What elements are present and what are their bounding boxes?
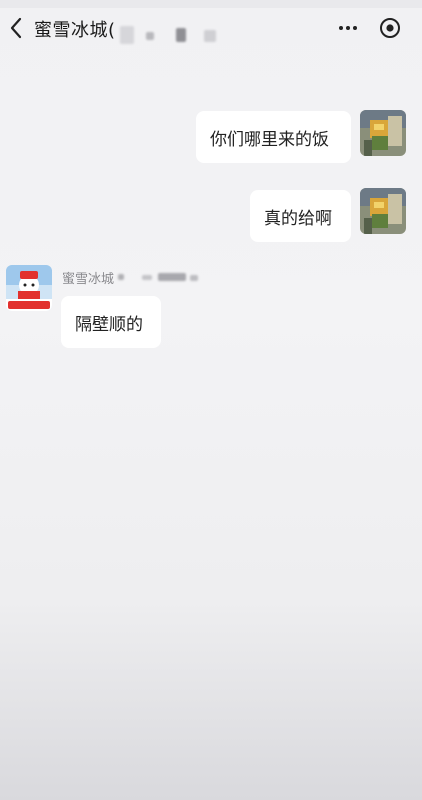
- message-bubble[interactable]: 隔壁顺的: [61, 296, 161, 348]
- snowman-logo-icon: [6, 265, 52, 311]
- user-avatar-image: [360, 188, 406, 234]
- user-avatar[interactable]: [360, 188, 406, 234]
- message-text: 隔壁顺的: [75, 314, 143, 335]
- more-dots-icon: [339, 26, 343, 30]
- user-avatar[interactable]: [360, 110, 406, 156]
- user-avatar-image: [360, 110, 406, 156]
- sender-name: 蜜雪冰城: [62, 272, 115, 287]
- redacted-sender-suffix: [158, 273, 186, 281]
- redacted-title-suffix: [146, 32, 154, 40]
- chat-title: 蜜雪冰城(: [34, 20, 116, 41]
- message-bubble[interactable]: 真的给啊: [250, 190, 351, 242]
- message-bubble[interactable]: 你们哪里来的饭: [196, 111, 351, 163]
- back-button[interactable]: [4, 14, 28, 42]
- more-options-button[interactable]: [332, 14, 364, 42]
- redacted-sender-suffix: [142, 275, 152, 280]
- redacted-sender-suffix: [190, 275, 198, 281]
- message-text: 你们哪里来的饭: [210, 129, 329, 150]
- shop-avatar[interactable]: [6, 265, 52, 311]
- target-circle-icon: [380, 18, 400, 38]
- redacted-sender-suffix: [118, 274, 124, 280]
- redacted-title-suffix: [204, 30, 216, 42]
- chevron-left-icon: [10, 17, 22, 39]
- status-bar: [0, 0, 422, 8]
- close-miniapp-button[interactable]: [376, 14, 404, 42]
- chat-header: 蜜雪冰城(: [0, 8, 422, 48]
- message-text: 真的给啊: [264, 208, 332, 229]
- redacted-title-suffix: [176, 28, 186, 42]
- redacted-title-suffix: [120, 26, 134, 44]
